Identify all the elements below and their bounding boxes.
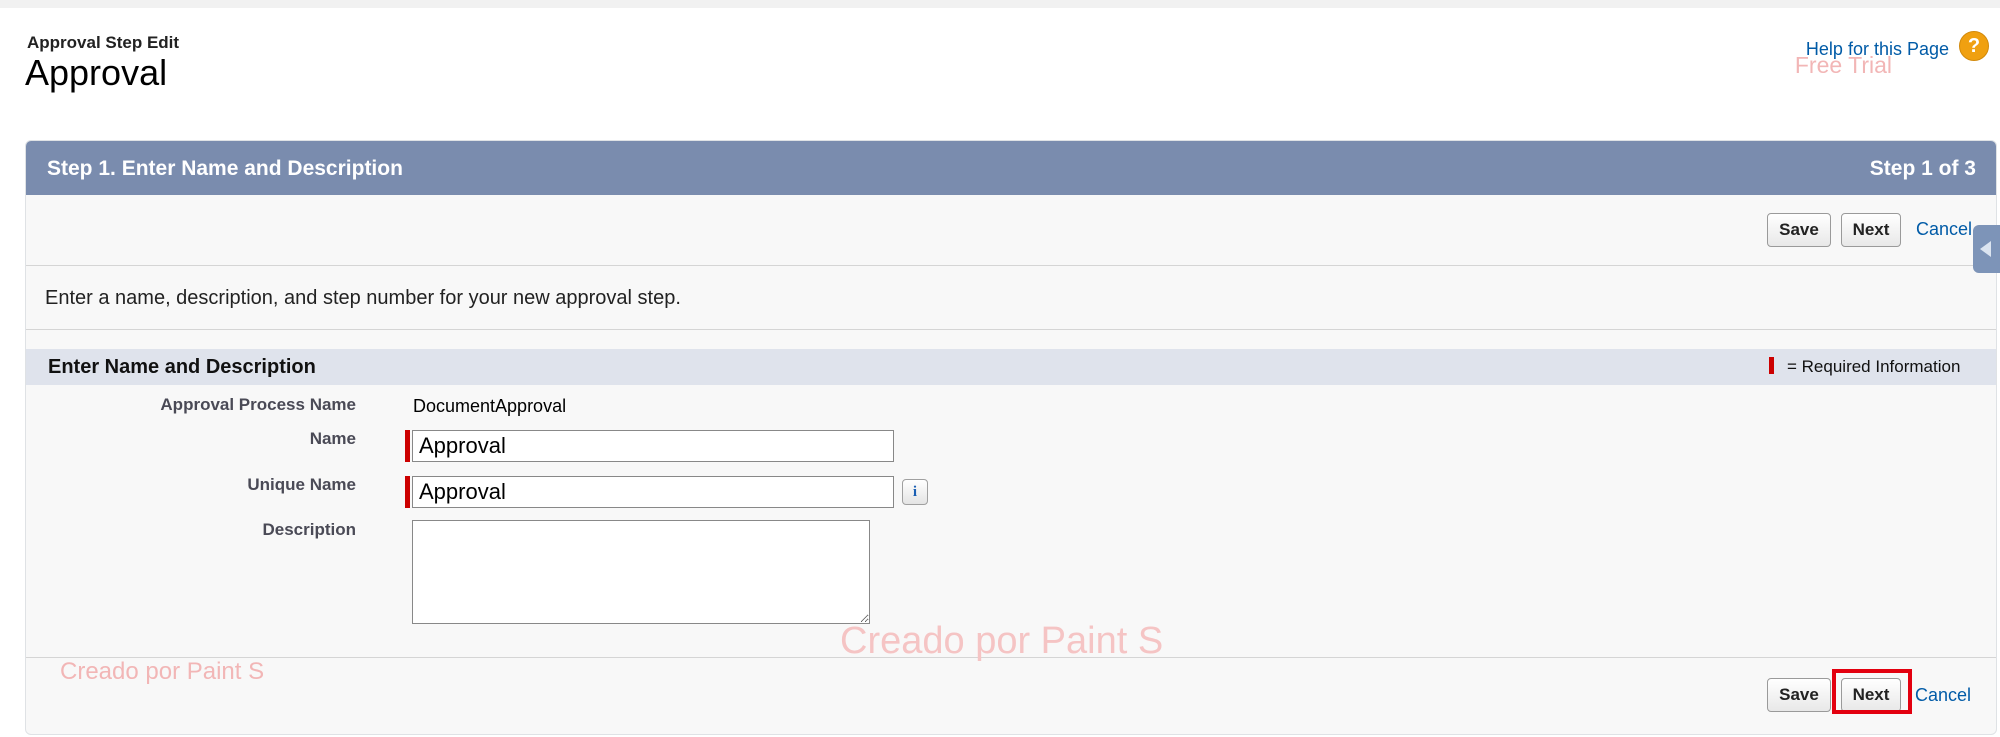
name-required-indicator (405, 430, 410, 462)
step-header: Step 1. Enter Name and Description Step … (26, 141, 1996, 195)
top-button-row: Save Next Cancel (26, 195, 1996, 266)
section-header: Enter Name and Description = Required In… (26, 349, 1996, 385)
instructions-text: Enter a name, description, and step numb… (45, 287, 681, 309)
info-icon[interactable]: i (902, 479, 928, 505)
step-progress: Step 1 of 3 (1869, 157, 1976, 180)
unique-name-required-indicator (405, 476, 410, 508)
cancel-link-top[interactable]: Cancel (1916, 219, 1972, 240)
chevron-left-icon (1980, 241, 1991, 257)
section-title: Enter Name and Description (48, 356, 316, 378)
top-band (0, 0, 2000, 8)
unique-name-label: Unique Name (247, 475, 356, 494)
unique-name-input[interactable] (412, 476, 894, 508)
required-marker-icon (1769, 357, 1774, 374)
step-title: Step 1. Enter Name and Description (47, 157, 403, 180)
help-icon[interactable]: ? (1959, 31, 1989, 61)
cancel-link-bottom[interactable]: Cancel (1915, 685, 1971, 706)
watermark-bottom: Creado por Paint S (60, 658, 265, 685)
description-label: Description (262, 520, 356, 539)
next-button-top[interactable]: Next (1841, 213, 1901, 247)
page-type-label: Approval Step Edit (27, 33, 180, 52)
save-button-bottom[interactable]: Save (1767, 678, 1831, 712)
collapse-sidebar-tab[interactable] (1973, 225, 2000, 273)
name-label: Name (309, 429, 356, 448)
watermark-top: Free Trial (1794, 52, 1892, 78)
save-button-top[interactable]: Save (1767, 213, 1831, 247)
page-title: Approval (25, 52, 168, 93)
name-input[interactable] (412, 430, 894, 462)
approval-process-name-label: Approval Process Name (160, 395, 356, 414)
approval-process-name-value: DocumentApproval (413, 396, 567, 416)
next-button-highlight (1832, 669, 1912, 714)
description-textarea[interactable] (412, 520, 870, 624)
bottom-button-row: Save Next Cancel (26, 657, 1996, 734)
required-legend: = Required Information (1787, 357, 1961, 376)
divider (26, 329, 1996, 330)
watermark-center: Creado por Paint S (840, 620, 1164, 662)
